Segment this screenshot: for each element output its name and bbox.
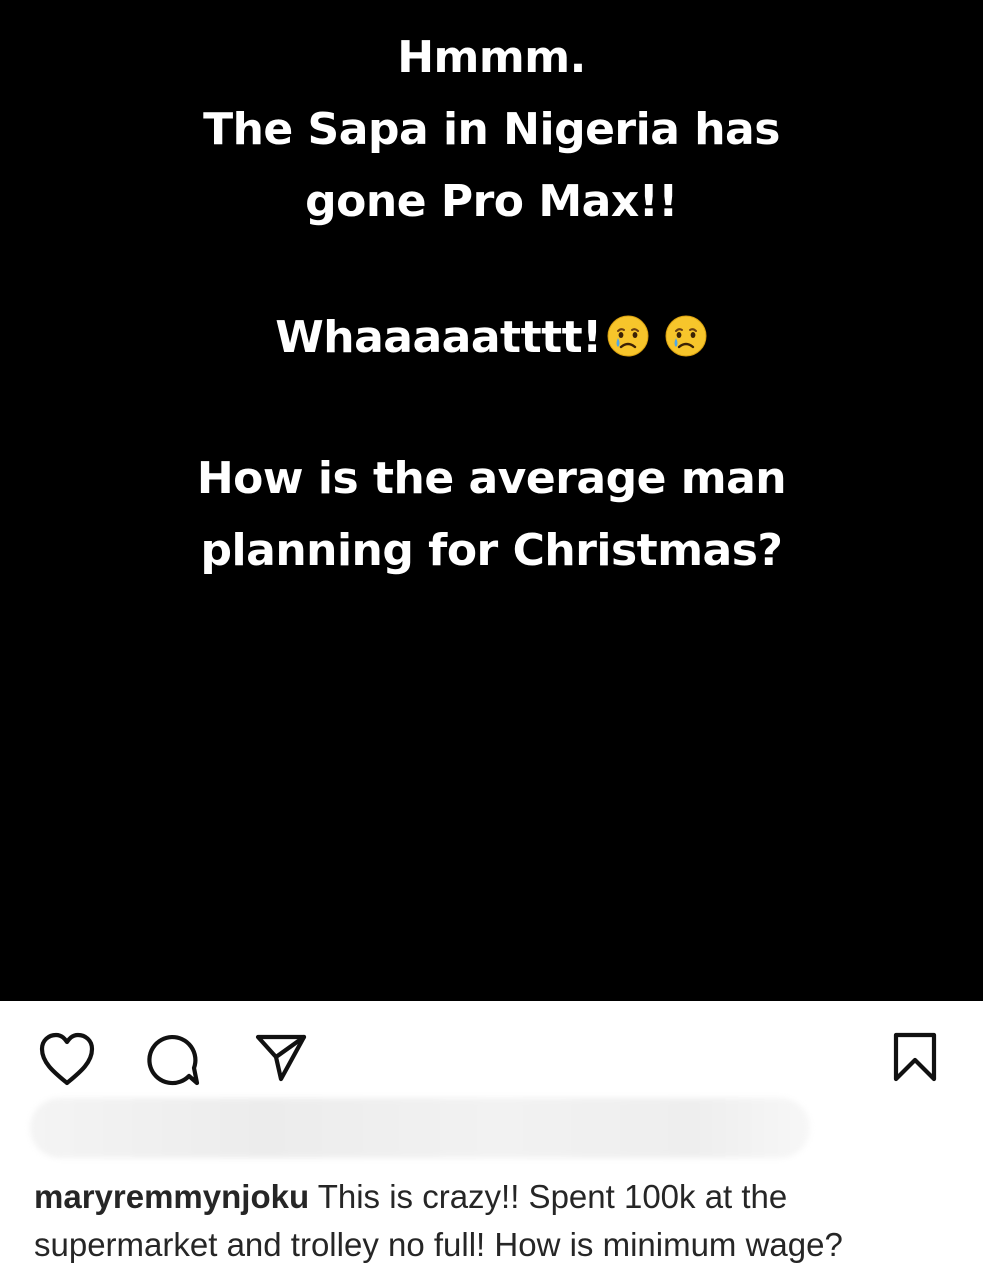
post-text-line: How is the average man: [196, 453, 787, 504]
text-block-intro: Hmmm. The Sapa in Nigeria has gone Pro M…: [0, 22, 983, 238]
text-block-exclamation: Whaaaaatttt!: [0, 302, 983, 374]
bookmark-icon[interactable]: [890, 1031, 940, 1083]
post-image[interactable]: Hmmm. The Sapa in Nigeria has gone Pro M…: [0, 0, 983, 1001]
post-text-line: gone Pro Max!!: [305, 176, 678, 227]
send-icon[interactable]: [255, 1033, 307, 1083]
exclamation-text: Whaaaaatttt!: [275, 312, 602, 363]
post-caption: maryremmynjoku This is crazy!! Spent 100…: [34, 1173, 964, 1269]
heart-icon[interactable]: [37, 1031, 97, 1087]
crying-face-emoji: [665, 315, 707, 357]
comment-bubble-icon[interactable]: [145, 1032, 201, 1088]
caption-username[interactable]: maryremmynjoku: [34, 1178, 309, 1215]
post-text-line: The Sapa in Nigeria has: [203, 104, 780, 155]
instagram-post: Hmmm. The Sapa in Nigeria has gone Pro M…: [0, 0, 983, 1280]
post-text-line: Hmmm.: [397, 32, 586, 83]
post-action-bar: [0, 1001, 983, 1111]
crying-face-emoji: [607, 315, 649, 357]
blurred-likes-row: [30, 1098, 810, 1158]
post-text-line: Whaaaaatttt!: [0, 302, 983, 374]
post-text-line: planning for Christmas?: [200, 525, 783, 576]
text-block-question: How is the average man planning for Chri…: [0, 443, 983, 587]
